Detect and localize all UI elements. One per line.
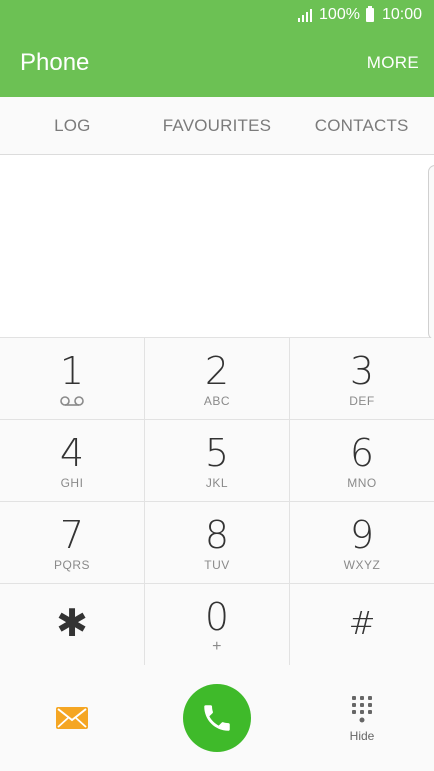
tab-favourites[interactable]: FAVOURITES [145,97,290,154]
key-digit: ✱ [56,601,88,645]
number-display[interactable] [0,155,434,340]
key-7[interactable]: 7 PQRS [0,502,145,584]
key-0[interactable]: 0 + [145,584,290,666]
battery-icon [365,6,374,22]
more-button[interactable]: MORE [367,53,419,73]
hide-label: Hide [349,729,375,743]
envelope-icon [56,707,88,729]
key-8[interactable]: 8 TUV [145,502,290,584]
key-6[interactable]: 6 MNO [290,420,434,502]
status-bar: 100% 10:00 [298,5,422,25]
key-letters: MNO [347,476,377,490]
app-header: 100% 10:00 Phone MORE [0,0,434,97]
key-letters: + [212,638,222,655]
key-digit: 0 [204,595,230,639]
hide-keypad-button[interactable]: Hide [340,695,384,755]
battery-percent: 100% [319,6,360,23]
clock: 10:00 [381,6,422,23]
key-4[interactable]: 4 GHI [0,420,145,502]
page-title: Phone [20,49,90,76]
key-1[interactable]: 1 [0,338,145,420]
key-letters: DEF [349,394,375,408]
key-letters: GHI [60,476,84,490]
key-digit: # [348,604,376,642]
key-letters: ABC [203,394,231,408]
dialpad: 1 2 ABC 3 DEF 4 GHI 5 JKL 6 MNO 7 PQRS 8… [0,338,434,666]
voicemail-icon [60,396,84,406]
key-digit: 9 [349,513,375,557]
key-letters: WXYZ [343,558,381,572]
message-button[interactable] [56,707,88,729]
key-digit: 2 [204,349,230,393]
dialpad-icon [352,696,372,723]
key-hash[interactable]: # [290,584,434,666]
edge-panel-handle[interactable] [428,165,434,340]
tab-contacts[interactable]: CONTACTS [289,97,434,154]
key-letters: PQRS [53,558,90,572]
call-button[interactable] [183,684,251,752]
key-digit: 8 [204,513,230,557]
key-2[interactable]: 2 ABC [145,338,290,420]
key-9[interactable]: 9 WXYZ [290,502,434,584]
key-star[interactable]: ✱ [0,584,145,666]
key-letters: JKL [205,476,229,490]
key-digit: 5 [204,431,230,475]
key-digit: 1 [59,349,85,393]
tab-log[interactable]: LOG [0,97,145,154]
key-3[interactable]: 3 DEF [290,338,434,420]
phone-handset-icon [204,705,230,731]
key-digit: 3 [349,349,375,393]
key-digit: 4 [59,431,85,475]
key-letters: TUV [204,558,230,572]
key-5[interactable]: 5 JKL [145,420,290,502]
signal-icon [298,8,313,22]
tab-bar: LOG FAVOURITES CONTACTS [0,97,434,155]
key-digit: 7 [59,513,85,557]
bottom-action-bar: Hide [0,665,434,771]
key-digit: 6 [349,431,375,475]
